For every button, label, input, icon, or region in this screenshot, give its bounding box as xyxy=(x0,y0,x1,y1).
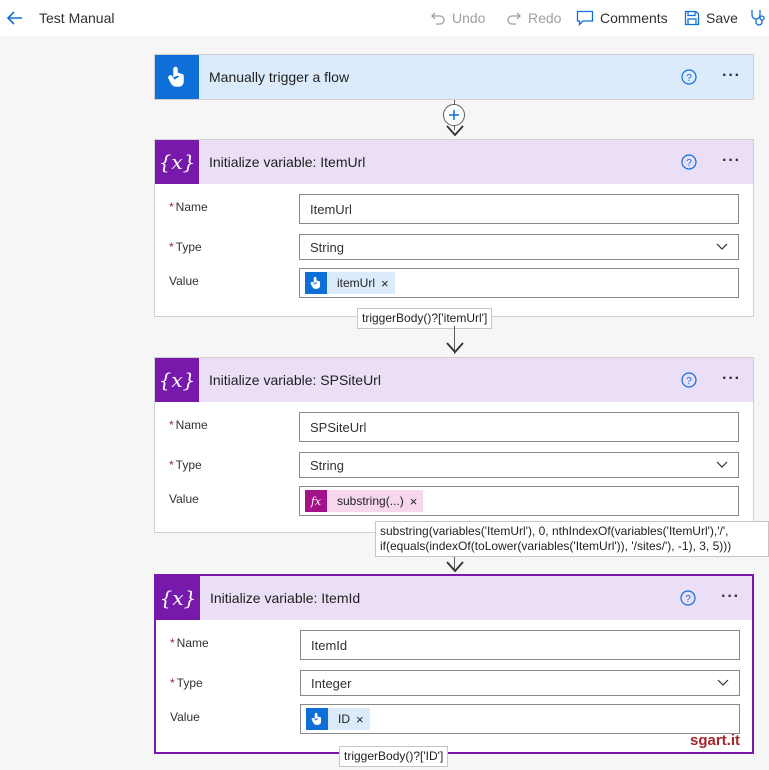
flow-title: Test Manual xyxy=(39,10,115,26)
top-bar: Test Manual Undo Redo Comments Save xyxy=(0,0,769,36)
more-options-button[interactable]: ··· xyxy=(722,370,741,388)
type-select[interactable]: String xyxy=(299,234,739,260)
token-label: substring(...) xyxy=(337,494,404,508)
touch-icon xyxy=(155,55,199,99)
save-icon xyxy=(684,10,700,26)
trigger-card[interactable]: Manually trigger a flow ? ··· xyxy=(154,54,754,100)
more-options-button[interactable]: ··· xyxy=(722,152,741,170)
type-value: String xyxy=(310,457,344,473)
undo-button[interactable]: Undo xyxy=(430,8,485,28)
arrow-down-icon xyxy=(446,125,464,137)
help-icon[interactable]: ? xyxy=(681,372,697,388)
init-variable-card-itemurl[interactable]: {x} Initialize variable: ItemUrl ? ··· *… xyxy=(154,139,754,317)
svg-text:?: ? xyxy=(686,376,692,387)
redo-icon xyxy=(507,12,521,25)
redo-button[interactable]: Redo xyxy=(506,8,561,28)
name-input[interactable]: SPSiteUrl xyxy=(299,412,739,442)
tooltip-line-1: substring(variables('ItemUrl'), 0, nthIn… xyxy=(380,524,729,538)
undo-icon xyxy=(431,12,445,25)
more-options-button[interactable]: ··· xyxy=(722,67,741,85)
expression-tooltip: substring(variables('ItemUrl'), 0, nthIn… xyxy=(375,521,769,557)
value-label: Value xyxy=(169,274,199,288)
svg-text:?: ? xyxy=(685,594,691,605)
name-label: * Name xyxy=(169,418,208,432)
card-header[interactable]: {x} Initialize variable: ItemUrl ? ··· xyxy=(155,140,753,184)
init-variable-card-itemid[interactable]: {x} Initialize variable: ItemId ? ··· * N… xyxy=(154,574,754,754)
chevron-down-icon xyxy=(716,243,728,250)
token-tooltip: triggerBody()?['ID'] xyxy=(339,746,449,767)
name-label: * Name xyxy=(169,200,208,214)
plus-icon xyxy=(449,110,459,120)
card-title: Initialize variable: ItemUrl xyxy=(209,154,366,170)
undo-label: Undo xyxy=(452,10,486,26)
trigger-title: Manually trigger a flow xyxy=(209,69,350,85)
save-button[interactable]: Save xyxy=(684,8,738,28)
variable-icon: {x} xyxy=(155,140,199,184)
token-tooltip: triggerBody()?['itemUrl'] xyxy=(357,308,493,329)
stethoscope-icon xyxy=(751,10,765,26)
arrow-down-icon xyxy=(446,342,464,354)
name-input[interactable]: ItemId xyxy=(300,630,740,660)
dynamic-content-token[interactable]: ID × xyxy=(306,708,370,730)
token-label: ID xyxy=(338,712,350,726)
watermark: sgart.it xyxy=(690,732,741,749)
chevron-down-icon xyxy=(716,461,728,468)
chevron-down-icon xyxy=(717,679,729,686)
comments-button[interactable]: Comments xyxy=(576,8,668,28)
trigger-card-header[interactable]: Manually trigger a flow ? ··· xyxy=(155,55,753,99)
redo-label: Redo xyxy=(528,10,562,26)
tooltip-line-2: if(equals(indexOf(toLower(variables('Ite… xyxy=(380,539,732,553)
back-arrow-icon[interactable] xyxy=(6,9,24,27)
touch-icon xyxy=(306,708,328,730)
card-header[interactable]: {x} Initialize variable: ItemId ? ··· xyxy=(156,576,752,620)
token-remove-button[interactable]: × xyxy=(356,712,370,727)
help-icon[interactable]: ? xyxy=(681,69,697,85)
value-input[interactable]: fx substring(...) × xyxy=(299,486,739,516)
arrow-down-icon xyxy=(446,561,464,573)
card-title: Initialize variable: ItemId xyxy=(210,590,361,606)
card-header[interactable]: {x} Initialize variable: SPSiteUrl ? ··· xyxy=(155,358,753,402)
token-label: itemUrl xyxy=(337,276,375,290)
touch-icon xyxy=(305,272,327,294)
svg-text:?: ? xyxy=(686,73,692,84)
save-label: Save xyxy=(706,10,738,26)
type-label: * Type xyxy=(169,240,202,254)
card-title: Initialize variable: SPSiteUrl xyxy=(209,372,381,388)
type-value: String xyxy=(310,239,344,255)
type-select[interactable]: Integer xyxy=(300,670,740,696)
help-icon[interactable]: ? xyxy=(681,154,697,170)
dynamic-content-token[interactable]: itemUrl × xyxy=(305,272,395,294)
type-value: Integer xyxy=(311,675,352,691)
flow-checker-button[interactable] xyxy=(750,8,769,28)
token-remove-button[interactable]: × xyxy=(381,276,395,291)
expression-token[interactable]: fx substring(...) × xyxy=(305,490,424,512)
variable-icon: {x} xyxy=(156,576,200,620)
value-input[interactable]: ID × xyxy=(300,704,740,734)
more-options-button[interactable]: ··· xyxy=(721,588,740,606)
type-label: * Type xyxy=(169,458,202,472)
name-input[interactable]: ItemUrl xyxy=(299,194,739,224)
fx-icon: fx xyxy=(305,490,327,512)
variable-icon: {x} xyxy=(155,358,199,402)
value-input[interactable]: itemUrl × xyxy=(299,268,739,298)
comment-icon xyxy=(576,10,594,26)
help-icon[interactable]: ? xyxy=(680,590,696,606)
svg-text:?: ? xyxy=(686,158,692,169)
add-step-button[interactable] xyxy=(443,104,465,126)
comments-label: Comments xyxy=(600,10,668,26)
name-label: * Name xyxy=(170,636,209,650)
token-remove-button[interactable]: × xyxy=(410,494,424,509)
value-label: Value xyxy=(169,492,199,506)
value-label: Value xyxy=(170,710,200,724)
type-label: * Type xyxy=(170,676,203,690)
init-variable-card-spsiteurl[interactable]: {x} Initialize variable: SPSiteUrl ? ···… xyxy=(154,357,754,533)
type-select[interactable]: String xyxy=(299,452,739,478)
